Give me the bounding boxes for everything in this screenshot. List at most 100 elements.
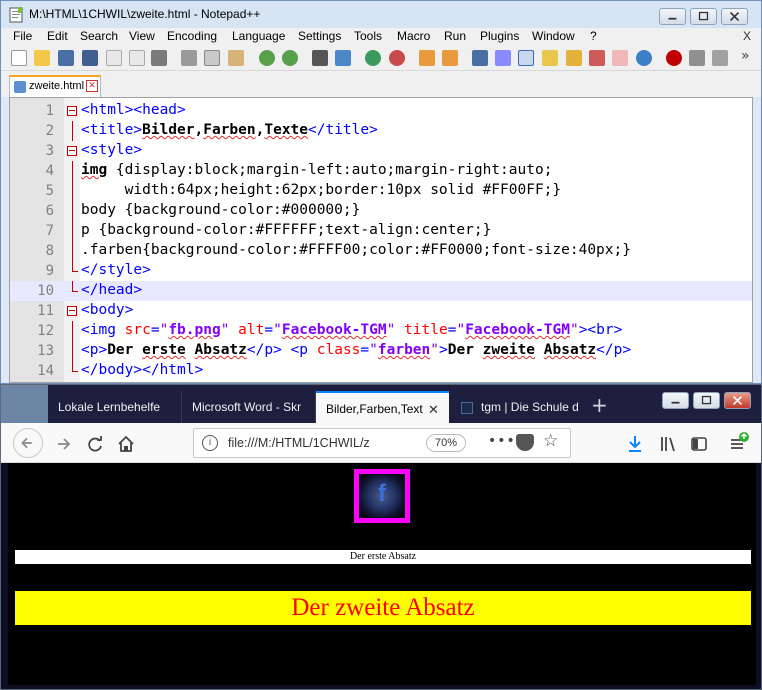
menu-file[interactable]: File [13,29,32,43]
function-list-icon[interactable] [589,50,605,66]
forward-button-icon[interactable] [51,431,77,457]
browser-tab-tgm[interactable]: tgm | Die Schule d [449,391,583,423]
zoom-level-badge[interactable]: 70% [426,434,466,452]
toolbar-overflow-icon[interactable]: » [741,48,750,64]
close-all-icon[interactable] [129,50,145,66]
open-file-icon[interactable] [34,50,50,66]
code-text: <html><head> [81,102,186,118]
close-file-icon[interactable] [106,50,122,66]
code-line[interactable]: 8 .farben{background-color:#FFFF00;color:… [10,241,752,261]
menu-edit[interactable]: Edit [47,29,68,43]
code-token: </title> [308,122,378,138]
title-bar[interactable]: M:\HTML\1CHWIL\zweite.html - Notepad++ [1,1,761,29]
browser-tab-bar: Lokale Lernbehelfe Microsoft Word - Skr … [1,385,761,423]
code-text: <title>Bilder,Farben,Texte</title> [81,122,378,138]
maximize-button[interactable] [693,392,720,409]
code-line[interactable]: 14 </body></html> [10,361,752,381]
code-line[interactable]: 11 <body> [10,301,752,321]
indent-guide-icon[interactable] [518,50,534,66]
zoom-out-icon[interactable] [389,50,405,66]
play-macro-icon[interactable] [712,50,728,66]
code-editor[interactable]: 1 <html><head> 2 <title>Bilder,Farben,Texte… [9,97,753,383]
word-wrap-icon[interactable] [472,50,488,66]
new-file-icon[interactable] [11,50,27,66]
sync-vertical-icon[interactable] [419,50,435,66]
fold-toggle-icon[interactable] [67,306,77,316]
sidebar-icon[interactable] [686,431,712,457]
minimize-button[interactable] [662,392,689,409]
bookmark-star-icon[interactable]: ☆ [543,431,558,451]
code-line[interactable]: 7 p {background-color:#FFFFFF;text-align:… [10,221,752,241]
menu-settings[interactable]: Settings [298,29,341,43]
language-icon[interactable] [542,50,558,66]
code-line[interactable]: 3 <style> [10,141,752,161]
close-document-x[interactable]: X [743,29,751,43]
show-all-chars-icon[interactable] [495,50,511,66]
redo-icon[interactable] [282,50,298,66]
maximize-button[interactable] [690,8,717,25]
doc-map-icon[interactable] [566,50,582,66]
library-icon[interactable] [655,431,681,457]
tab-close-icon[interactable]: ✕ [86,80,98,92]
monitoring-icon[interactable] [636,50,652,66]
menu-window[interactable]: Window [532,29,575,43]
menu-hamburger-icon[interactable] [725,431,751,457]
url-text[interactable]: file:///M:/HTML/1CHWIL/z [228,436,388,450]
site-info-icon[interactable]: i [202,435,218,451]
close-button[interactable] [721,8,748,25]
menu-view[interactable]: View [129,29,155,43]
find-icon[interactable] [312,50,328,66]
page-actions-icon[interactable]: ••• [488,433,516,449]
close-button[interactable] [724,392,751,409]
minimize-button[interactable] [659,8,686,25]
menu-run[interactable]: Run [444,29,466,43]
cut-icon[interactable] [181,50,197,66]
url-bar[interactable]: i file:///M:/HTML/1CHWIL/z 70% ••• ☆ [193,428,571,458]
folder-workspace-icon[interactable] [612,50,628,66]
pocket-icon[interactable] [516,434,534,451]
fold-line-icon [72,161,73,181]
new-tab-button[interactable]: + [591,393,608,417]
code-line[interactable]: 13 <p>Der erste Absatz</p> <p class="farb… [10,341,752,361]
menu-macro[interactable]: Macro [397,29,430,43]
code-line[interactable]: 4 img {display:block;margin-left:auto;mar… [10,161,752,181]
code-line[interactable]: 12 <img src="fb.png" alt="Facebook-TGM" t… [10,321,752,341]
browser-tab-word[interactable]: Microsoft Word - Skr [182,391,316,423]
home-icon[interactable] [113,431,139,457]
sync-horizontal-icon[interactable] [442,50,458,66]
save-all-icon[interactable] [82,50,98,66]
tab-close-icon[interactable]: ✕ [428,402,439,418]
code-token: .farben{background-color:#FFFF00;color:#… [81,242,631,258]
browser-tab-lernbehelfe[interactable]: Lokale Lernbehelfe [48,391,182,423]
stop-macro-icon[interactable] [689,50,705,66]
menu-language[interactable]: Language [232,29,285,43]
fold-toggle-icon[interactable] [67,106,77,116]
browser-tab-bilder-farben-texte[interactable]: Bilder,Farben,Text ✕ [316,391,449,423]
zoom-in-icon[interactable] [365,50,381,66]
print-icon[interactable] [151,50,167,66]
code-line[interactable]: 10 </head> [10,281,752,301]
code-line[interactable]: 1 <html><head> [10,101,752,121]
menu-tools[interactable]: Tools [354,29,382,43]
downloads-icon[interactable] [622,431,648,457]
code-text: <p>Der erste Absatz</p> <p class="farben… [81,342,631,358]
code-line[interactable]: 9 </style> [10,261,752,281]
code-line[interactable]: 2 <title>Bilder,Farben,Texte</title> [10,121,752,141]
menu-plugins[interactable]: Plugins [480,29,519,43]
code-line[interactable]: 5 width:64px;height:62px;border:10px sol… [10,181,752,201]
reload-icon[interactable] [82,431,108,457]
undo-icon[interactable] [259,50,275,66]
replace-icon[interactable] [335,50,351,66]
code-token: width:64px;height:62px;border:10px solid… [81,182,562,198]
menu-encoding[interactable]: Encoding [167,29,217,43]
menu-help[interactable]: ? [590,29,597,43]
code-line[interactable]: 6 body {background-color:#000000;} [10,201,752,221]
tab-zweite-html[interactable]: zweite.html ✕ [9,75,101,97]
fold-toggle-icon[interactable] [67,146,77,156]
save-icon[interactable] [58,50,74,66]
paste-icon[interactable] [228,50,244,66]
back-button-icon[interactable] [13,428,43,458]
record-macro-icon[interactable] [666,50,682,66]
menu-search[interactable]: Search [80,29,118,43]
copy-icon[interactable] [204,50,220,66]
